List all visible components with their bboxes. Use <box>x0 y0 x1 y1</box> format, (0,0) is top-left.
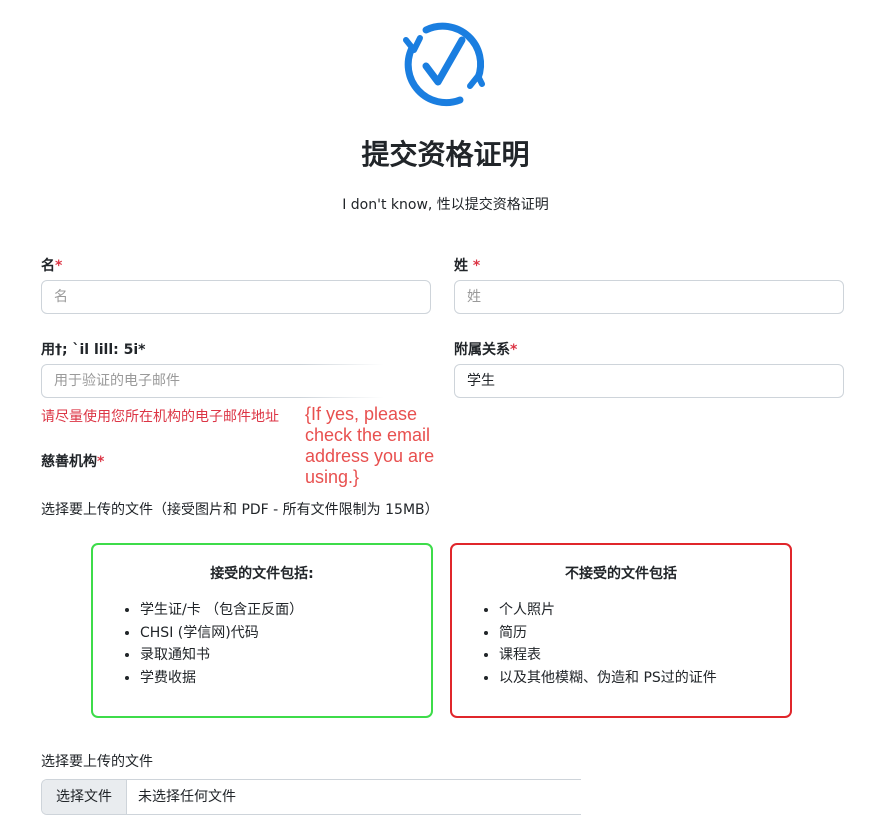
required-mark: * <box>97 454 105 470</box>
required-mark: * <box>510 342 518 358</box>
page-title: 提交资格证明 <box>361 138 530 171</box>
file-input[interactable]: 选择文件 未选择任何文件 <box>41 779 581 815</box>
accepted-title: 接受的文件包括: <box>210 566 314 582</box>
first-name-label-text: 名 <box>41 258 55 274</box>
charity-label: 慈善机构* <box>41 451 104 471</box>
list-item: 录取通知书 <box>140 644 303 667</box>
list-item: 以及其他模糊、伪造和 PS过的证件 <box>499 667 717 690</box>
upload-label: 选择要上传的文件 <box>41 754 153 770</box>
required-mark: * <box>55 258 63 274</box>
accepted-documents-box: 接受的文件包括: 学生证/卡 （包含正反面） CHSI (学信网)代码 录取通知… <box>91 543 433 718</box>
check-circle-logo-icon <box>403 22 485 107</box>
first-name-label: 名* <box>41 255 62 275</box>
page-subtitle: I don't know, 性以提交资格证明 <box>342 197 549 213</box>
affiliation-label: 附属关系* <box>454 339 517 359</box>
email-help-text: 请尽量使用您所在机构的电子邮件地址 <box>41 409 279 425</box>
accepted-list: 学生证/卡 （包含正反面） CHSI (学信网)代码 录取通知书 学费收据 <box>115 599 303 689</box>
screenshot-fade <box>300 362 440 402</box>
list-item: 简历 <box>499 622 717 645</box>
file-status: 未选择任何文件 <box>138 789 236 805</box>
email-label-text: 用†; `il lill: 5i <box>41 342 139 358</box>
list-item: CHSI (学信网)代码 <box>140 622 303 645</box>
affiliation-label-text: 附属关系 <box>454 342 510 358</box>
list-item: 学费收据 <box>140 667 303 690</box>
charity-label-text: 慈善机构 <box>41 454 97 470</box>
affiliation-select[interactable]: 学生 <box>454 364 844 398</box>
required-mark: * <box>138 342 146 358</box>
required-mark: * <box>472 258 481 274</box>
last-name-placeholder: 姓 <box>467 289 481 305</box>
first-name-input[interactable]: 名 <box>41 280 431 314</box>
first-name-placeholder: 名 <box>54 289 68 305</box>
affiliation-value: 学生 <box>467 373 495 389</box>
list-item: 个人照片 <box>499 599 717 622</box>
file-description: 选择要上传的文件（接受图片和 PDF - 所有文件限制为 15MB） <box>41 502 439 518</box>
choose-file-button[interactable]: 选择文件 <box>42 780 127 814</box>
email-placeholder: 用于验证的电子邮件 <box>54 373 180 389</box>
rejected-list: 个人照片 简历 课程表 以及其他模糊、伪造和 PS过的证件 <box>474 599 717 689</box>
rejected-documents-box: 不接受的文件包括 个人照片 简历 课程表 以及其他模糊、伪造和 PS过的证件 <box>450 543 792 718</box>
list-item: 学生证/卡 （包含正反面） <box>140 599 303 622</box>
list-item: 课程表 <box>499 644 717 667</box>
last-name-label: 姓 * <box>454 255 480 275</box>
rejected-title: 不接受的文件包括 <box>565 566 677 582</box>
annotation-note: {If yes, please check the email address … <box>305 404 435 487</box>
email-label: 用†; `il lill: 5i* <box>41 339 145 359</box>
last-name-label-text: 姓 <box>454 258 468 274</box>
last-name-input[interactable]: 姓 <box>454 280 844 314</box>
